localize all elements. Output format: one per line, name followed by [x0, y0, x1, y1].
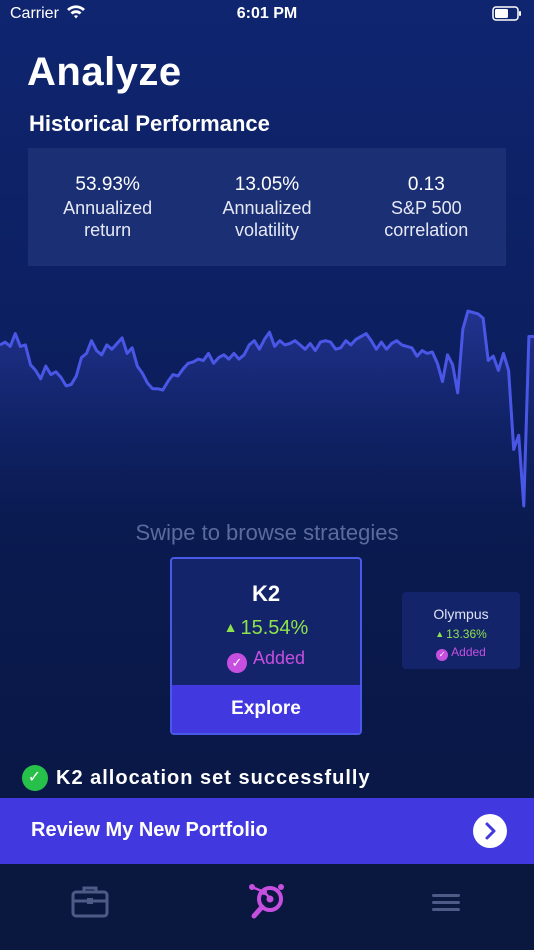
success-check-icon: ✓ — [22, 765, 48, 791]
added-status: ✓ Added — [402, 645, 520, 661]
strategy-card-k2[interactable]: K2 ▲ 15.54% ✓ Added Explore — [170, 557, 362, 735]
added-label: Added — [252, 648, 306, 668]
success-message: ✓ K2 allocation set successfully — [22, 765, 371, 791]
performance-chart — [0, 309, 534, 520]
stat-label: Annualized — [222, 198, 312, 218]
strategy-change: ▲ 13.36% — [402, 627, 520, 641]
status-bar: Carrier 6:01 PM — [0, 0, 534, 30]
stat-label: Annualized — [63, 198, 153, 218]
added-status: ✓ Added — [172, 648, 360, 673]
up-triangle-icon: ▲ — [223, 619, 238, 635]
stat-label: S&P 500 — [390, 198, 462, 218]
stat-annualized-volatility: 13.05% Annualized volatility — [192, 173, 342, 241]
explore-button[interactable]: Explore — [172, 685, 360, 733]
page-title: Analyze — [27, 50, 182, 94]
stat-label: correlation — [384, 220, 469, 240]
chevron-right-icon — [473, 814, 507, 848]
chart-area — [0, 311, 534, 520]
stat-label: return — [84, 220, 132, 240]
check-icon: ✓ — [226, 653, 247, 673]
tab-bar — [0, 864, 534, 950]
added-label: Added — [451, 645, 486, 659]
stat-value: 53.93% — [75, 174, 140, 195]
stat-value: 13.05% — [234, 174, 300, 195]
strategy-change-value: 13.36% — [446, 627, 487, 641]
section-title: Historical Performance — [29, 111, 270, 136]
up-triangle-icon: ▲ — [435, 629, 445, 639]
strategy-card-olympus[interactable]: Olympus ▲ 13.36% ✓ Added — [402, 592, 520, 669]
strategy-name: K2 — [251, 581, 281, 606]
strategy-change-value: 15.54% — [240, 617, 309, 639]
swipe-hint: Swipe to browse strategies — [135, 520, 399, 545]
briefcase-icon[interactable] — [70, 882, 110, 922]
menu-icon[interactable] — [426, 882, 466, 922]
review-label: Review My New Portfolio — [31, 819, 268, 841]
success-text: K2 allocation set successfully — [56, 766, 371, 789]
strategy-change: ▲ 15.54% — [172, 617, 360, 640]
stats-card: 53.93% Annualized return 13.05% Annualiz… — [28, 148, 506, 266]
review-portfolio-button[interactable]: Review My New Portfolio — [0, 798, 534, 864]
stat-annualized-return: 53.93% Annualized return — [33, 173, 183, 241]
stat-value: 0.13 — [407, 174, 445, 195]
clock: 6:01 PM — [236, 5, 298, 22]
stat-label: volatility — [234, 220, 299, 240]
stat-sp500-correlation: 0.13 S&P 500 correlation — [351, 173, 501, 241]
analyze-icon[interactable] — [248, 882, 288, 922]
strategy-name: Olympus — [433, 606, 489, 622]
check-icon: ✓ — [436, 649, 449, 661]
battery-icon — [492, 6, 522, 27]
